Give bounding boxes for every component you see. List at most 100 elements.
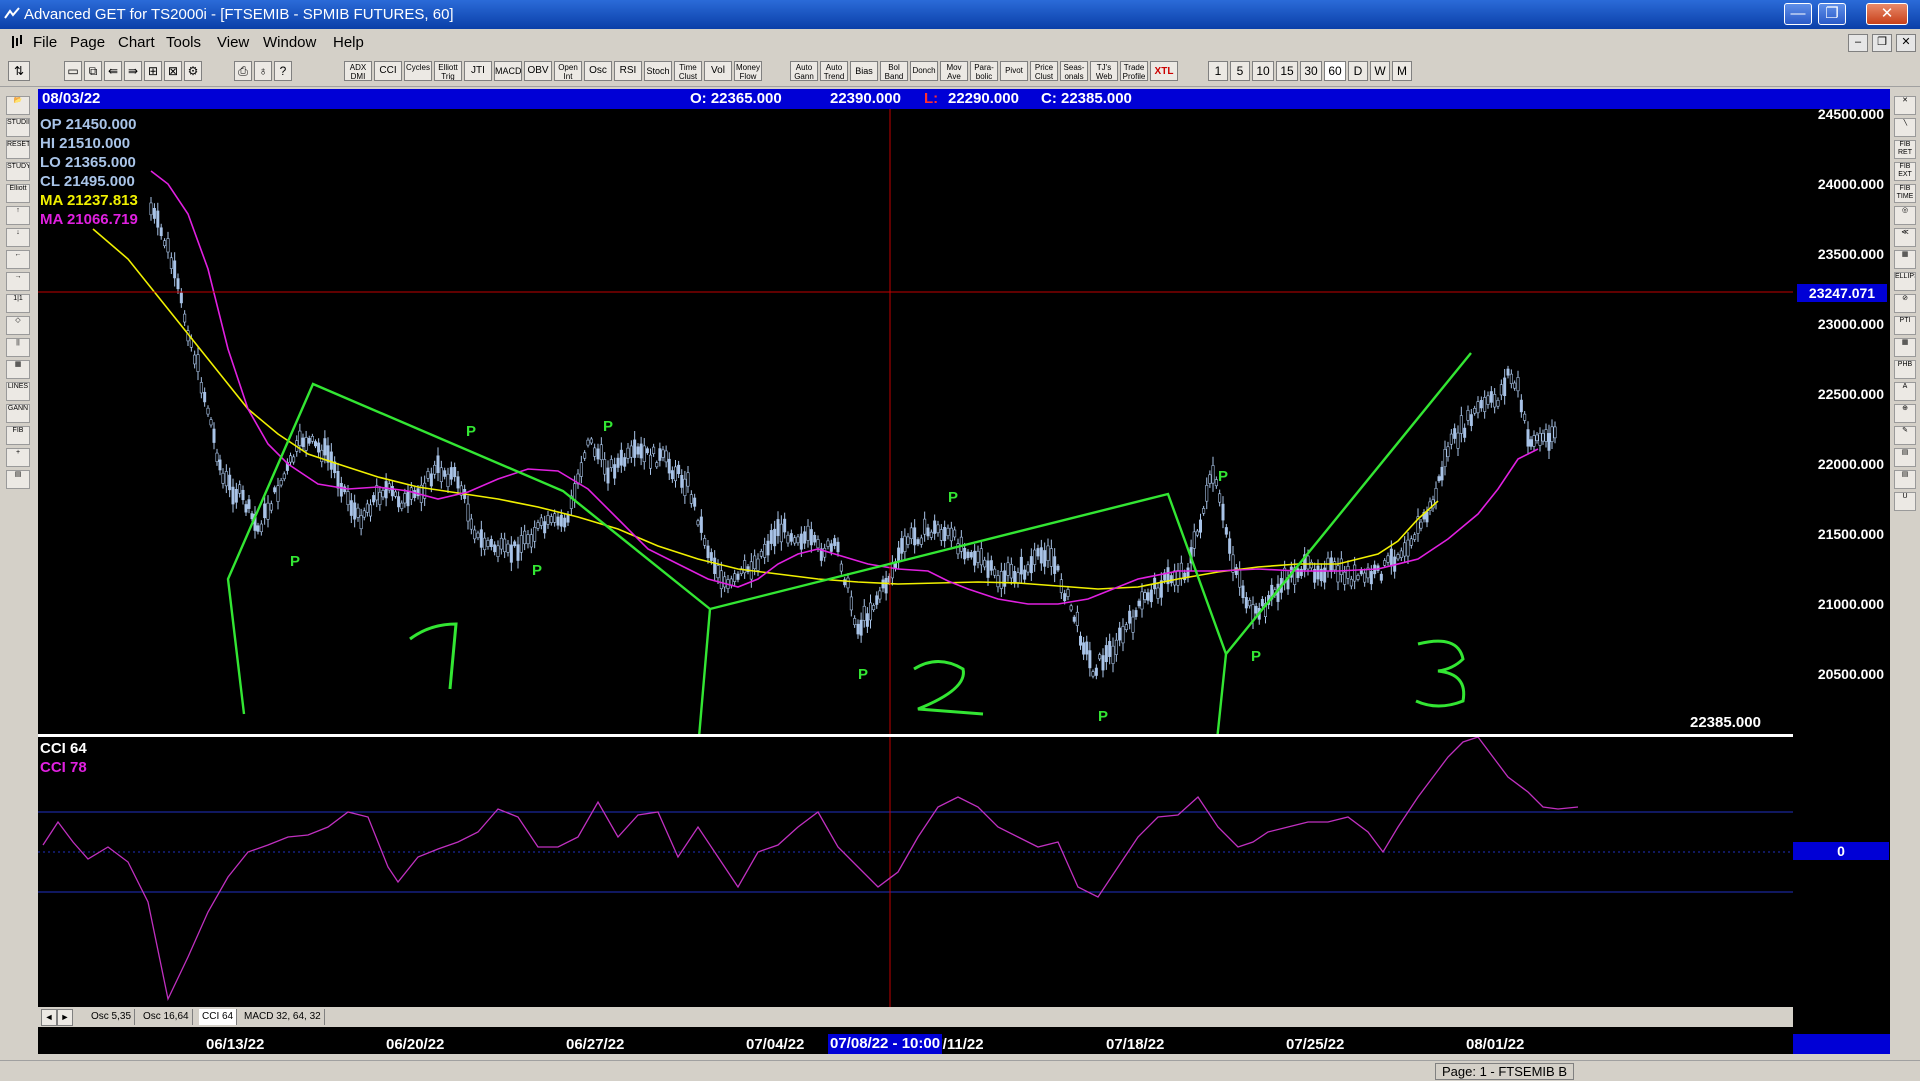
study-price-clust-button[interactable]: Price Clust: [1030, 61, 1058, 81]
right-tool-button[interactable]: ▤: [1894, 448, 1916, 467]
study-jti-button[interactable]: JTI: [464, 61, 492, 81]
tab-cci-64[interactable]: CCI 64: [199, 1009, 238, 1025]
left-tool-button[interactable]: RESET: [6, 140, 30, 159]
interval-daily-button[interactable]: D: [1348, 61, 1368, 81]
settings-icon[interactable]: ⚙: [184, 61, 202, 81]
maximize-button[interactable]: ❐: [1818, 3, 1846, 25]
menu-tools[interactable]: Tools: [166, 34, 201, 51]
print-icon[interactable]: ⎙: [234, 61, 252, 81]
study-trade-profile-button[interactable]: Trade Profile: [1120, 61, 1148, 81]
left-tool-button[interactable]: 1|1: [6, 294, 30, 313]
right-tool-button[interactable]: ✎: [1894, 426, 1916, 445]
study-seasonals-button[interactable]: Seas-onals: [1060, 61, 1088, 81]
right-tool-button[interactable]: FIB EXT: [1894, 162, 1916, 181]
interval-60-button[interactable]: 60: [1324, 61, 1346, 81]
study-cycles-button[interactable]: Cycles: [404, 61, 432, 81]
study-pivot-button[interactable]: Pivot: [1000, 61, 1028, 81]
right-tool-button[interactable]: FIB RET: [1894, 140, 1916, 159]
left-tool-button[interactable]: 📂: [6, 96, 30, 115]
right-tool-button[interactable]: ▦: [1894, 250, 1916, 269]
new-page-icon[interactable]: ▭: [64, 61, 82, 81]
tab-osc-5-35[interactable]: Osc 5,35: [88, 1009, 136, 1025]
pin-tool-icon[interactable]: ⇅: [8, 61, 30, 81]
study-bol-band-button[interactable]: Bol Band: [880, 61, 908, 81]
study-open-int-button[interactable]: Open Int: [554, 61, 582, 81]
interval-1-button[interactable]: 1: [1208, 61, 1228, 81]
hint-icon[interactable]: ♁: [254, 61, 272, 81]
close-button[interactable]: ✕: [1866, 3, 1908, 25]
right-tool-button[interactable]: ≪: [1894, 228, 1916, 247]
price-chart[interactable]: P P P P P P P P P: [38, 109, 1793, 734]
study-obv-button[interactable]: OBV: [524, 61, 552, 81]
scroll-right-icon[interactable]: ⇛: [124, 61, 142, 81]
study-donch-button[interactable]: Donch: [910, 61, 938, 81]
right-tool-button[interactable]: A: [1894, 382, 1916, 401]
left-tool-button[interactable]: Elliott: [6, 184, 30, 203]
date-axis[interactable]: 06/13/22 06/20/22 06/27/22 07/04/22 07/1…: [38, 1034, 1793, 1054]
study-auto-gann-button[interactable]: Auto Gann: [790, 61, 818, 81]
tab-macd-32-64-32[interactable]: MACD 32, 64, 32: [241, 1009, 325, 1025]
right-tool-button[interactable]: U: [1894, 492, 1916, 511]
study-macd-button[interactable]: MACD: [494, 61, 522, 81]
left-tool-button[interactable]: STUDY: [6, 162, 30, 181]
left-tool-button[interactable]: ▦: [6, 360, 30, 379]
help-icon[interactable]: ?: [274, 61, 292, 81]
study-auto-trend-button[interactable]: Auto Trend: [820, 61, 848, 81]
study-stoch-button[interactable]: Stoch: [644, 61, 672, 81]
interval-30-button[interactable]: 30: [1300, 61, 1322, 81]
left-tool-button[interactable]: ▤: [6, 470, 30, 489]
left-tool-button[interactable]: ◇: [6, 316, 30, 335]
copy-page-icon[interactable]: ⧉: [84, 61, 102, 81]
right-tool-button[interactable]: ✕: [1894, 96, 1916, 115]
tab-scroll-right-button[interactable]: ►: [57, 1009, 73, 1026]
study-time-clust-button[interactable]: Time Clust: [674, 61, 702, 81]
scroll-left-icon[interactable]: ⇚: [104, 61, 122, 81]
study-tjs-web-button[interactable]: TJ's Web: [1090, 61, 1118, 81]
study-money-flow-button[interactable]: Money Flow: [734, 61, 762, 81]
study-xtl-button[interactable]: XTL: [1150, 61, 1178, 81]
zoom-chart-icon[interactable]: ⊞: [144, 61, 162, 81]
left-tool-button[interactable]: →: [6, 272, 30, 291]
study-osc-button[interactable]: Osc: [584, 61, 612, 81]
right-tool-button[interactable]: ▤: [1894, 470, 1916, 489]
interval-10-button[interactable]: 10: [1252, 61, 1274, 81]
menu-window[interactable]: Window: [263, 34, 316, 51]
study-bias-button[interactable]: Bias: [850, 61, 878, 81]
menu-chart[interactable]: Chart: [118, 34, 155, 51]
right-tool-button[interactable]: ELLIPS: [1894, 272, 1916, 291]
interval-15-button[interactable]: 15: [1276, 61, 1298, 81]
minimize-button[interactable]: —: [1784, 3, 1812, 25]
right-tool-button[interactable]: PHB: [1894, 360, 1916, 379]
study-vol-button[interactable]: Vol: [704, 61, 732, 81]
tab-scroll-left-button[interactable]: ◄: [41, 1009, 57, 1026]
price-axis[interactable]: 24500.000 24000.000 23500.000 23000.000 2250…: [1793, 106, 1890, 734]
interval-monthly-button[interactable]: M: [1392, 61, 1412, 81]
menu-help[interactable]: Help: [333, 34, 364, 51]
cci-chart[interactable]: [38, 737, 1793, 1007]
menu-view[interactable]: View: [217, 34, 249, 51]
left-tool-button[interactable]: GANN: [6, 404, 30, 423]
mdi-close-button[interactable]: ✕: [1896, 34, 1916, 52]
right-tool-button[interactable]: ╲: [1894, 118, 1916, 137]
left-tool-button[interactable]: ↑: [6, 206, 30, 225]
right-tool-button[interactable]: ◎: [1894, 206, 1916, 225]
left-tool-button[interactable]: ←: [6, 250, 30, 269]
right-tool-button[interactable]: ⊘: [1894, 294, 1916, 313]
right-tool-button[interactable]: ⊕: [1894, 404, 1916, 423]
left-tool-button[interactable]: ||: [6, 338, 30, 357]
study-cci-button[interactable]: CCI: [374, 61, 402, 81]
left-tool-button[interactable]: LINES: [6, 382, 30, 401]
study-elliott-trig-button[interactable]: Elliott Trig: [434, 61, 462, 81]
menu-page[interactable]: Page: [70, 34, 105, 51]
menu-file[interactable]: File: [33, 34, 57, 51]
mdi-minimize-button[interactable]: –: [1848, 34, 1868, 52]
right-tool-button[interactable]: FIB TIME: [1894, 184, 1916, 203]
tab-osc-16-64[interactable]: Osc 16,64: [140, 1009, 193, 1025]
left-tool-button[interactable]: ↓: [6, 228, 30, 247]
interval-weekly-button[interactable]: W: [1370, 61, 1390, 81]
left-tool-button[interactable]: FIB: [6, 426, 30, 445]
interval-5-button[interactable]: 5: [1230, 61, 1250, 81]
study-rsi-button[interactable]: RSI: [614, 61, 642, 81]
left-tool-button[interactable]: STUDIES: [6, 118, 30, 137]
study-adx-dmi-button[interactable]: ADX DMI: [344, 61, 372, 81]
